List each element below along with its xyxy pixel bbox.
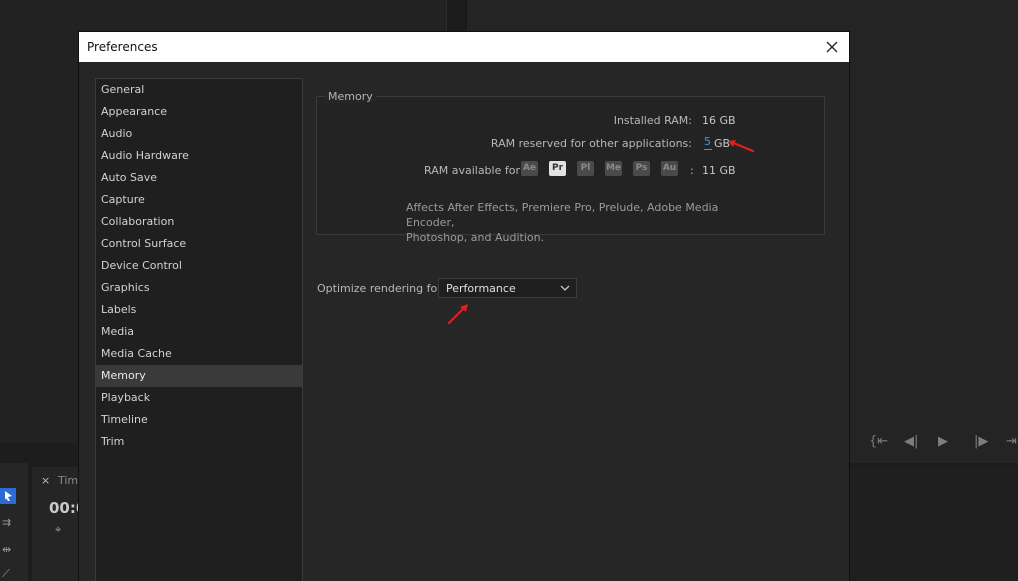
sidebar-item-graphics[interactable]: Graphics [96,277,302,299]
sidebar-item-labels[interactable]: Labels [96,299,302,321]
sidebar-item-auto-save[interactable]: Auto Save [96,167,302,189]
background-timeline-area [849,467,1018,581]
selection-arrow-icon [5,491,12,501]
ram-available-separator: : [690,164,694,177]
dialog-titlebar: Preferences [79,32,849,62]
prelude-badge: Pl [577,161,594,176]
photoshop-badge: Ps [633,161,650,176]
preferences-dialog: Preferences General Appearance Audio Aud… [79,32,849,581]
memory-note-line-2: Photoshop, and Audition. [406,231,545,244]
background-panel-divider [447,0,465,32]
step-forward-icon[interactable]: |▶ [974,434,988,449]
sidebar-item-memory[interactable]: Memory [96,365,302,387]
audition-badge: Au [661,161,678,176]
memory-group-title: Memory [325,90,376,103]
memory-preferences-panel: Memory Installed RAM: 16 GB RAM reserved… [304,78,849,581]
step-back-icon[interactable]: ◀| [904,434,918,449]
optimize-rendering-label: Optimize rendering for: [317,282,446,295]
sidebar-item-media-cache[interactable]: Media Cache [96,343,302,365]
memory-note-line-1: Affects After Effects, Premiere Pro, Pre… [406,201,719,229]
ripple-edit-tool-icon[interactable]: ⇹ [2,543,11,556]
sidebar-item-capture[interactable]: Capture [96,189,302,211]
chevron-down-icon [560,285,570,291]
timeline-tab-label[interactable]: Tim [58,474,78,487]
sidebar-item-appearance[interactable]: Appearance [96,101,302,123]
selection-tool-button[interactable] [0,488,16,504]
track-select-tool-icon[interactable]: ⇉ [2,516,11,529]
installed-ram-value: 16 GB [702,114,736,127]
after-effects-badge: Ae [521,161,538,176]
go-to-in-icon[interactable]: {⇤ [869,434,888,449]
ram-available-label: RAM available for [424,164,520,177]
ram-reserved-label: RAM reserved for other applications: [490,137,692,150]
sidebar-item-control-surface[interactable]: Control Surface [96,233,302,255]
sidebar-item-general[interactable]: General [96,79,302,101]
sidebar-item-media[interactable]: Media [96,321,302,343]
premiere-pro-badge: Pr [549,161,566,176]
dialog-title: Preferences [87,40,158,54]
installed-ram-label: Installed RAM: [613,114,692,127]
memory-group: Memory Installed RAM: 16 GB RAM reserved… [316,90,825,244]
optimize-rendering-value: Performance [446,282,516,295]
optimize-rendering-dropdown[interactable]: Performance [438,278,577,298]
go-to-out-icon[interactable]: ⇥ [1006,434,1017,449]
close-button[interactable] [821,36,843,58]
close-icon [826,41,838,53]
memory-note: Affects After Effects, Premiere Pro, Pre… [406,200,746,245]
sidebar-item-audio[interactable]: Audio [96,123,302,145]
ram-reserved-input[interactable]: 5 [704,134,712,150]
sidebar-item-collaboration[interactable]: Collaboration [96,211,302,233]
razor-tool-icon[interactable]: ⟋ [2,567,10,581]
media-encoder-badge: Me [605,161,622,176]
sidebar-item-audio-hardware[interactable]: Audio Hardware [96,145,302,167]
snap-icon[interactable]: ⌖ [55,523,61,537]
sidebar-item-playback[interactable]: Playback [96,387,302,409]
sidebar-item-device-control[interactable]: Device Control [96,255,302,277]
ram-available-value: 11 GB [702,164,736,177]
red-arrow-annotation-icon [447,304,468,325]
timeline-tab-close-icon[interactable]: × [41,474,50,487]
preferences-category-list: General Appearance Audio Audio Hardware … [95,78,303,581]
red-arrow-annotation-icon [728,140,755,153]
play-icon[interactable]: ▶ [938,434,948,449]
sidebar-item-timeline[interactable]: Timeline [96,409,302,431]
sidebar-item-trim[interactable]: Trim [96,431,302,453]
